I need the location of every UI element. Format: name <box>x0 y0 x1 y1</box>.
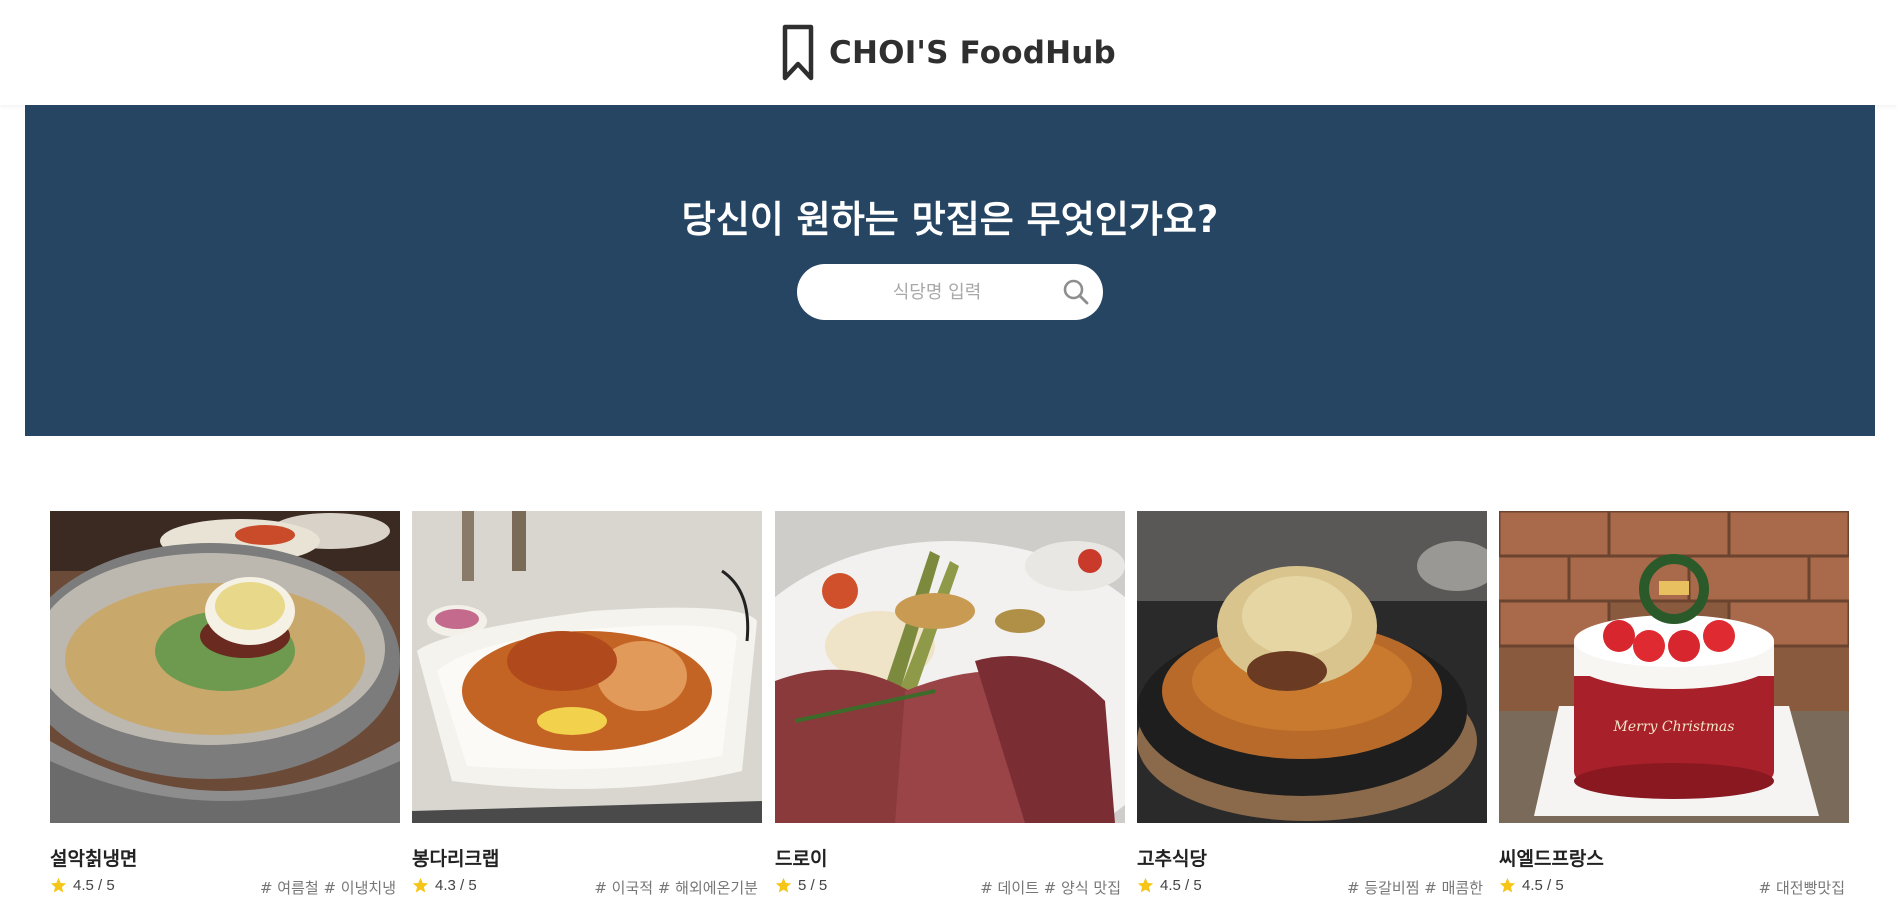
restaurant-name: 드로이 <box>775 848 828 870</box>
star-icon <box>1499 877 1516 893</box>
brand-logo[interactable]: CHOI'S FoodHub <box>781 24 1116 82</box>
restaurant-name: 설악칡냉면 <box>50 848 138 870</box>
search-icon <box>1063 279 1089 305</box>
restaurant-tags: # 등갈비찜 # 매콤한 <box>1346 879 1483 897</box>
restaurant-rating: 5 / 5 <box>775 877 827 894</box>
star-icon <box>50 877 67 893</box>
hero-banner: 당신이 원하는 맛집은 무엇인가요? <box>25 105 1875 436</box>
bookmark-icon <box>782 24 814 80</box>
rating-value: 5 / 5 <box>798 877 828 894</box>
restaurant-tags: # 이국적 # 해외에온기분 <box>594 879 758 897</box>
svg-text:Merry Christmas: Merry Christmas <box>1613 719 1735 735</box>
star-icon <box>775 877 792 893</box>
hero-title: 당신이 원하는 맛집은 무엇인가요? <box>681 198 1219 241</box>
rating-value: 4.3 / 5 <box>435 877 477 894</box>
restaurant-rating: 4.3 / 5 <box>412 877 477 894</box>
search-button[interactable] <box>1061 277 1091 307</box>
restaurant-rating: 4.5 / 5 <box>1137 877 1202 894</box>
restaurant-rating: 4.5 / 5 <box>50 877 115 894</box>
star-icon <box>1137 877 1154 893</box>
restaurant-tags: # 여름철 # 이냉치냉 <box>259 879 396 897</box>
restaurant-card[interactable]: 봉다리크랩 4.3 / 5 # 이국적 # 해외에온기분 <box>412 511 762 900</box>
search-box <box>797 264 1103 320</box>
restaurant-card[interactable]: 드로이 5 / 5 # 데이트 # 양식 맛집 <box>775 511 1125 900</box>
search-input[interactable] <box>827 264 1047 320</box>
restaurant-image <box>412 511 762 823</box>
site-header: CHOI'S FoodHub <box>0 0 1897 105</box>
restaurant-name: 씨엘드프랑스 <box>1499 848 1604 870</box>
christmas-cake-photo: Merry Christmas <box>1499 511 1849 823</box>
restaurant-image: Merry Christmas <box>1499 511 1849 823</box>
restaurant-tags: # 데이트 # 양식 맛집 <box>980 879 1121 897</box>
restaurant-image <box>775 511 1125 823</box>
restaurant-card[interactable]: Merry Christmas 씨엘드프랑스 4.5 / 5 # 대전빵맛집 <box>1499 511 1849 900</box>
spicy-ribs-photo <box>1137 511 1487 823</box>
rating-value: 4.5 / 5 <box>1160 877 1202 894</box>
restaurant-rating: 4.5 / 5 <box>1499 877 1564 894</box>
seafood-crab-photo <box>412 511 762 823</box>
steak-plate-photo <box>775 511 1125 823</box>
restaurant-tags: # 대전빵맛집 <box>1758 879 1845 897</box>
naengmyeon-photo <box>50 511 400 823</box>
restaurant-image <box>50 511 400 823</box>
restaurant-card[interactable]: 고추식당 4.5 / 5 # 등갈비찜 # 매콤한 <box>1137 511 1487 900</box>
restaurant-card[interactable]: 설악칡냉면 4.5 / 5 # 여름철 # 이냉치냉 <box>50 511 400 900</box>
restaurant-name: 고추식당 <box>1137 848 1207 870</box>
restaurant-name: 봉다리크랩 <box>412 848 500 870</box>
brand-name: CHOI'S FoodHub <box>829 34 1116 71</box>
restaurant-list: 설악칡냉면 4.5 / 5 # 여름철 # 이냉치냉 봉다리크랩 4.3 / 5… <box>50 511 1850 900</box>
rating-value: 4.5 / 5 <box>73 877 115 894</box>
star-icon <box>412 877 429 893</box>
restaurant-image <box>1137 511 1487 823</box>
rating-value: 4.5 / 5 <box>1522 877 1564 894</box>
